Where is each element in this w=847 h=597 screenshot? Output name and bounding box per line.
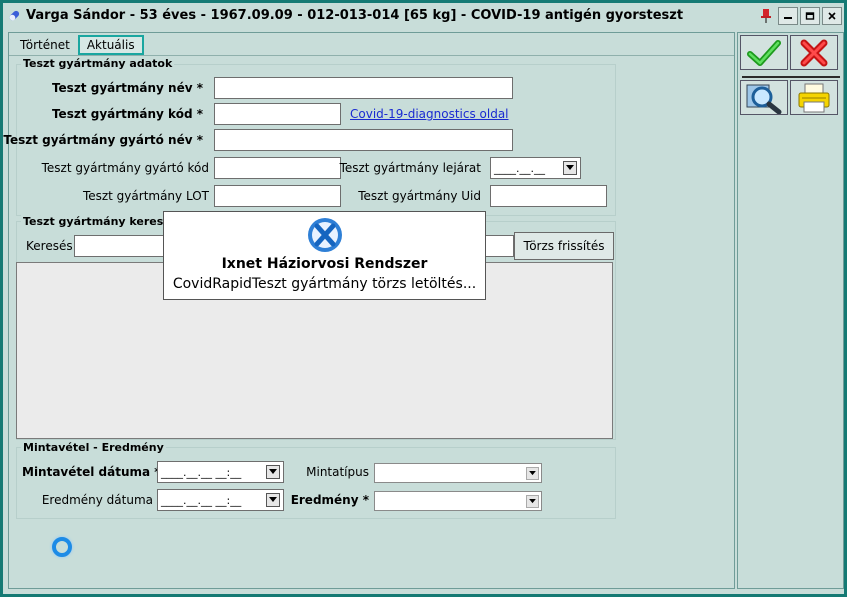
teszt-adatok-legend: Teszt gyártmány adatok	[21, 57, 175, 70]
search-button[interactable]	[740, 80, 788, 115]
window-title: Varga Sándor - 53 éves - 1967.09.09 - 01…	[26, 8, 684, 23]
lot-label: Teszt gyártmány LOT	[82, 189, 209, 203]
gyarto-kod-input[interactable]	[214, 157, 341, 179]
printer-icon	[798, 83, 830, 112]
lot-input[interactable]	[214, 185, 341, 207]
gyarto-nev-input[interactable]	[214, 129, 513, 151]
eredmeny-select[interactable]	[374, 491, 542, 511]
lejarat-date-input[interactable]: ____.__.__	[490, 157, 581, 179]
uid-label: Teszt gyártmány Uid	[358, 189, 481, 203]
ixnet-logo-icon	[308, 218, 342, 252]
eredmeny-datum-label: Eredmény dátuma	[41, 493, 153, 507]
torzs-frissites-button[interactable]: Törzs frissítés	[514, 232, 614, 260]
gyartmany-nev-input[interactable]	[214, 77, 513, 99]
red-x-icon	[800, 39, 828, 66]
right-toolbar	[737, 32, 844, 589]
close-icon	[828, 11, 836, 20]
loading-popup: Ixnet Háziorvosi Rendszer CovidRapidTesz…	[163, 211, 486, 300]
magnifier-icon	[746, 84, 782, 114]
close-button[interactable]	[822, 6, 842, 25]
loading-spinner-icon	[52, 537, 72, 557]
mintavetel-datum-input[interactable]: ____.__.__ __:__	[157, 461, 284, 483]
popup-title: Ixnet Háziorvosi Rendszer	[221, 256, 428, 272]
gyartmany-nev-label: Teszt gyártmány név *	[51, 81, 203, 95]
kereses-label: Keresés	[26, 239, 73, 253]
minimize-button[interactable]	[778, 6, 798, 25]
mintavetel-datum-label: Mintavétel dátuma *	[22, 465, 161, 479]
print-button[interactable]	[790, 80, 838, 115]
checkmark-icon	[747, 39, 781, 66]
gyarto-kod-label: Teszt gyártmány gyártó kód	[41, 161, 209, 175]
chevron-down-icon	[529, 470, 536, 475]
mintatipus-label: Mintatípus	[306, 465, 369, 479]
gyartmany-kod-input[interactable]	[214, 103, 341, 125]
lejarat-dropdown-button[interactable]	[563, 161, 577, 175]
pin-icon	[761, 8, 771, 23]
eredmeny-datum-value: ____.__.__ __:__	[161, 493, 242, 507]
app-window: Varga Sándor - 53 éves - 1967.09.09 - 01…	[0, 0, 847, 597]
tab-panel-aktualis: Teszt gyártmány adatok Teszt gyártmány n…	[3, 55, 734, 588]
chevron-down-icon	[269, 497, 277, 502]
restore-button[interactable]	[800, 6, 820, 25]
eredmeny-label: Eredmény *	[290, 493, 369, 507]
mintavetel-datum-value: ____.__.__ __:__	[161, 465, 242, 479]
mintavetel-legend: Mintavétel - Eredmény	[21, 441, 166, 454]
chevron-down-icon	[269, 469, 277, 474]
eredmeny-dropdown-button[interactable]	[526, 494, 539, 508]
lejarat-label: Teszt gyártmány lejárat	[339, 161, 481, 175]
gyartmany-kod-label: Teszt gyártmány kód *	[51, 107, 203, 121]
mintatipus-select[interactable]	[374, 463, 542, 483]
kereses-legend: Teszt gyártmány keresés	[21, 215, 180, 228]
eredmeny-datum-dropdown-button[interactable]	[266, 493, 280, 507]
lejarat-value: ____.__.__	[494, 161, 545, 175]
mintatipus-dropdown-button[interactable]	[526, 466, 539, 480]
tab-bar: Történet Aktuális	[12, 35, 144, 55]
gyarto-nev-label: Teszt gyártmány gyártó név *	[3, 133, 203, 147]
tab-tortenet[interactable]: Történet	[12, 35, 78, 55]
pill-icon	[9, 10, 20, 20]
cancel-button[interactable]	[790, 35, 838, 70]
chevron-down-icon	[566, 165, 574, 170]
main-panel: Történet Aktuális Teszt gyártmány adatok…	[3, 32, 735, 589]
tab-aktualis[interactable]: Aktuális	[77, 35, 144, 55]
popup-message: CovidRapidTeszt gyártmány törzs letöltés…	[172, 276, 477, 292]
chevron-down-icon	[529, 498, 536, 503]
restore-icon	[805, 11, 815, 20]
uid-input[interactable]	[490, 185, 607, 207]
toolbar-separator	[742, 76, 840, 78]
ok-button[interactable]	[740, 35, 788, 70]
minimize-icon	[784, 16, 792, 19]
covid-diagnostics-link[interactable]: Covid-19-diagnostics oldal	[350, 107, 509, 121]
title-bar: Varga Sándor - 53 éves - 1967.09.09 - 01…	[3, 3, 844, 28]
pin-button[interactable]	[756, 7, 776, 25]
mintavetel-datum-dropdown-button[interactable]	[266, 465, 280, 479]
eredmeny-datum-input[interactable]: ____.__.__ __:__	[157, 489, 284, 511]
